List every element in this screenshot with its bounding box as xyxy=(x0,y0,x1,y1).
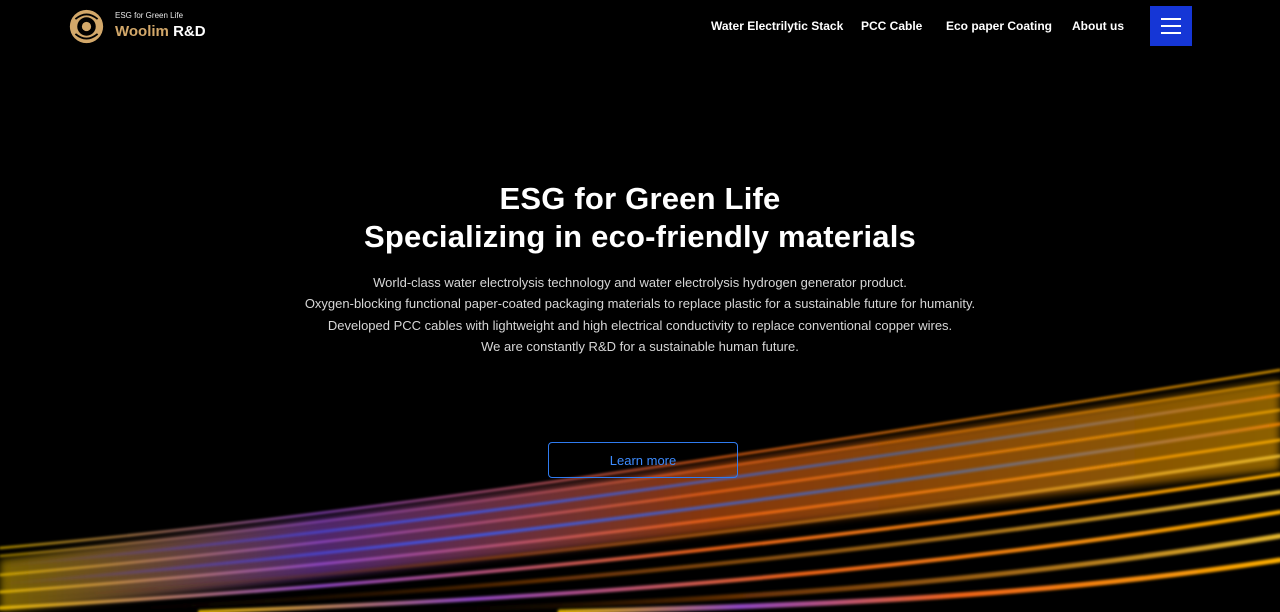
hero-title: ESG for Green Life Specializing in eco-f… xyxy=(0,180,1280,256)
hero-description-line: Developed PCC cables with lightweight an… xyxy=(327,317,953,333)
hero-description-line: We are constantly R&D for a sustainable … xyxy=(481,338,799,354)
hamburger-menu-button[interactable] xyxy=(1150,6,1192,46)
hero-title-line2: Specializing in eco-friendly materials xyxy=(364,219,916,254)
nav-eco-paper-coating[interactable]: Eco paper Coating xyxy=(946,18,1052,34)
learn-more-button[interactable]: Learn more xyxy=(548,442,738,478)
hero-title-line1: ESG for Green Life xyxy=(499,181,781,216)
hero-description-line: World-class water electrolysis technolog… xyxy=(373,275,907,290)
nav-about-us[interactable]: About us xyxy=(1072,18,1124,34)
hero-section: ESG for Green Life Specializing in eco-f… xyxy=(0,180,1280,357)
logo-tagline: ESG for Green Life xyxy=(115,11,184,20)
logo[interactable]: ESG for Green Life Woolim R&D xyxy=(68,6,206,46)
site-header: ESG for Green Life Woolim R&D Water Elec… xyxy=(0,0,1280,52)
logo-icon xyxy=(69,9,104,43)
hamburger-menu-icon xyxy=(1161,18,1181,20)
hero-description-line: Oxygen-blocking functional paper-coated … xyxy=(304,296,976,312)
brand-name: Woolim R&D xyxy=(115,23,206,40)
nav-water-electrolytic-stack[interactable]: Water Electrilytic Stack xyxy=(711,18,843,34)
nav-pcc-cable[interactable]: PCC Cable xyxy=(861,18,922,34)
hero-description: World-class water electrolysis technolog… xyxy=(0,272,1280,357)
